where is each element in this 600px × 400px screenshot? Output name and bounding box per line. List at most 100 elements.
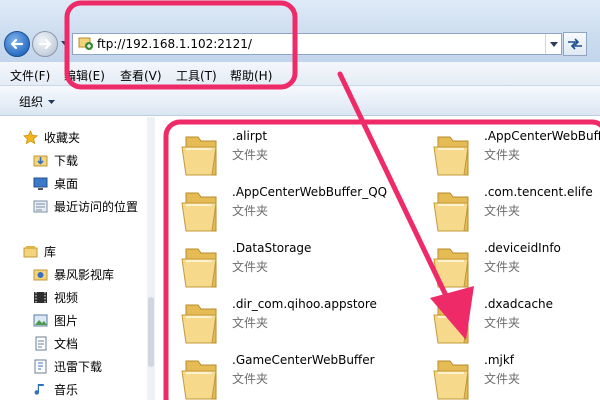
nav-item-label: 视频 — [54, 291, 79, 305]
chevron-down-icon — [61, 40, 69, 46]
folder-type: 文件夹 — [484, 316, 521, 330]
nav-item-documents[interactable]: 文档 — [32, 335, 78, 352]
folder-type: 文件夹 — [232, 260, 269, 274]
nav-item-video-library[interactable]: 暴风影视库 — [32, 266, 114, 283]
folder-item[interactable]: .mjkf 文件夹 — [432, 353, 600, 400]
address-bar[interactable]: ftp://192.168.1.102:2121/ — [72, 33, 562, 55]
folder-item[interactable]: .DataStorage 文件夹 — [180, 241, 410, 297]
folder-name: .AppCenterWebBuffer_QQ — [232, 185, 388, 199]
folder-icon — [180, 185, 220, 238]
folder-item[interactable]: .com.tencent.elife 文件夹 — [432, 185, 600, 241]
folder-icon — [432, 297, 472, 350]
folder-name: .com.tencent.elife — [484, 185, 593, 199]
music-icon — [32, 382, 48, 398]
documents-icon — [32, 336, 48, 352]
folder-icon — [180, 241, 220, 294]
folder-icon — [180, 353, 220, 400]
nav-item-videos[interactable]: 视频 — [32, 289, 78, 306]
navigation-pane: 收藏夹 下载 桌面 最近访问的位置 库 暴风影视库 视频 图片 文档 迅雷下载 … — [0, 117, 155, 400]
nav-item-music[interactable]: 音乐 — [32, 381, 78, 398]
ftp-location-icon — [78, 37, 93, 50]
folder-item[interactable]: .AppCenterWebBuffer_QQ 文件夹 — [180, 185, 410, 241]
nav-scrollbar[interactable] — [147, 117, 155, 400]
folder-item[interactable]: .GameCenterWebBuffer 文件夹 — [180, 353, 410, 400]
nav-item-label: 迅雷下载 — [54, 360, 103, 374]
folder-item[interactable]: .alirpt 文件夹 — [180, 129, 410, 185]
nav-favorites-label: 收藏夹 — [44, 131, 81, 145]
nav-favorites-header[interactable]: 收藏夹 — [22, 129, 80, 146]
arrow-right-icon — [38, 38, 52, 50]
menu-tools[interactable]: 工具(T) — [176, 67, 217, 84]
folder-item[interactable]: .AppCenterWebBuffer 文件夹 — [432, 129, 600, 185]
download-folder-icon — [32, 153, 48, 169]
nav-item-label: 文档 — [54, 337, 79, 351]
nav-item-label: 下载 — [54, 154, 79, 168]
nav-item-xunlei-download[interactable]: 迅雷下载 — [32, 358, 102, 375]
folder-name: .DataStorage — [232, 241, 312, 255]
folder-icon — [432, 241, 472, 294]
folder-type: 文件夹 — [484, 204, 521, 218]
folder-name: .AppCenterWebBuffer — [484, 129, 600, 143]
nav-libraries-label: 库 — [44, 245, 57, 259]
nav-item-label: 暴风影视库 — [54, 268, 115, 282]
folder-name: .GameCenterWebBuffer — [232, 353, 375, 367]
folder-name: .dxadcache — [484, 297, 554, 311]
menu-help[interactable]: 帮助(H) — [230, 67, 272, 84]
folder-name: .dir_com.qihoo.appstore — [232, 297, 377, 311]
nav-item-label: 音乐 — [54, 383, 79, 397]
nav-item-label: 最近访问的位置 — [54, 200, 139, 214]
pictures-icon — [32, 313, 48, 329]
address-dropdown-button[interactable] — [545, 34, 561, 54]
back-button[interactable] — [4, 31, 30, 57]
menu-view[interactable]: 查看(V) — [120, 67, 162, 84]
address-url[interactable]: ftp://192.168.1.102:2121/ — [97, 37, 252, 51]
star-icon — [22, 130, 38, 146]
refresh-button[interactable] — [563, 32, 587, 56]
folder-type: 文件夹 — [232, 148, 269, 162]
folder-name: .mjkf — [484, 353, 515, 367]
menu-bar: 文件(F) 编辑(E) 查看(V) 工具(T) 帮助(H) — [0, 62, 600, 86]
nav-item-recent-places[interactable]: 最近访问的位置 — [32, 198, 138, 215]
nav-libraries-header[interactable]: 库 — [22, 243, 56, 260]
recent-pages-button[interactable] — [60, 38, 70, 48]
folder-item[interactable]: .dxadcache 文件夹 — [432, 297, 600, 353]
folder-type: 文件夹 — [484, 260, 521, 274]
file-list: .alirpt文件夹.AppCenterWebBuffer文件夹.AppCent… — [160, 117, 600, 400]
nav-item-label: 图片 — [54, 314, 79, 328]
videos-icon — [32, 290, 48, 306]
folder-type: 文件夹 — [232, 372, 269, 386]
menu-file[interactable]: 文件(F) — [10, 67, 50, 84]
folder-icon — [180, 129, 220, 182]
arrow-left-icon — [10, 38, 24, 50]
scrollbar-thumb[interactable] — [148, 297, 154, 367]
forward-button[interactable] — [32, 31, 58, 57]
address-toolbar: ftp://192.168.1.102:2121/ — [0, 0, 600, 62]
folder-icon — [180, 297, 220, 350]
refresh-icon — [568, 38, 582, 50]
xunlei-download-icon — [32, 359, 48, 375]
folder-item[interactable]: .deviceidInfo 文件夹 — [432, 241, 600, 297]
folder-type: 文件夹 — [484, 372, 521, 386]
organize-button[interactable]: 组织 — [19, 93, 56, 110]
folder-icon — [432, 129, 472, 182]
menu-edit[interactable]: 编辑(E) — [64, 67, 105, 84]
desktop-icon — [32, 176, 48, 192]
nav-item-label: 桌面 — [54, 177, 79, 191]
chevron-down-icon — [549, 41, 558, 47]
folder-type: 文件夹 — [232, 204, 269, 218]
recent-places-icon — [32, 199, 48, 215]
folder-type: 文件夹 — [484, 148, 521, 162]
organize-label: 组织 — [19, 95, 44, 109]
folder-name: .deviceidInfo — [484, 241, 561, 255]
nav-item-pictures[interactable]: 图片 — [32, 312, 78, 329]
folder-name: .alirpt — [232, 129, 268, 143]
nav-item-desktop[interactable]: 桌面 — [32, 175, 78, 192]
folder-icon — [432, 185, 472, 238]
folder-item[interactable]: .dir_com.qihoo.appstore 文件夹 — [180, 297, 410, 353]
nav-item-downloads[interactable]: 下载 — [32, 152, 78, 169]
video-library-icon — [32, 267, 48, 283]
folder-icon — [432, 353, 472, 400]
library-icon — [22, 244, 38, 260]
command-bar: 组织 — [0, 86, 600, 116]
chevron-down-icon — [48, 99, 56, 104]
